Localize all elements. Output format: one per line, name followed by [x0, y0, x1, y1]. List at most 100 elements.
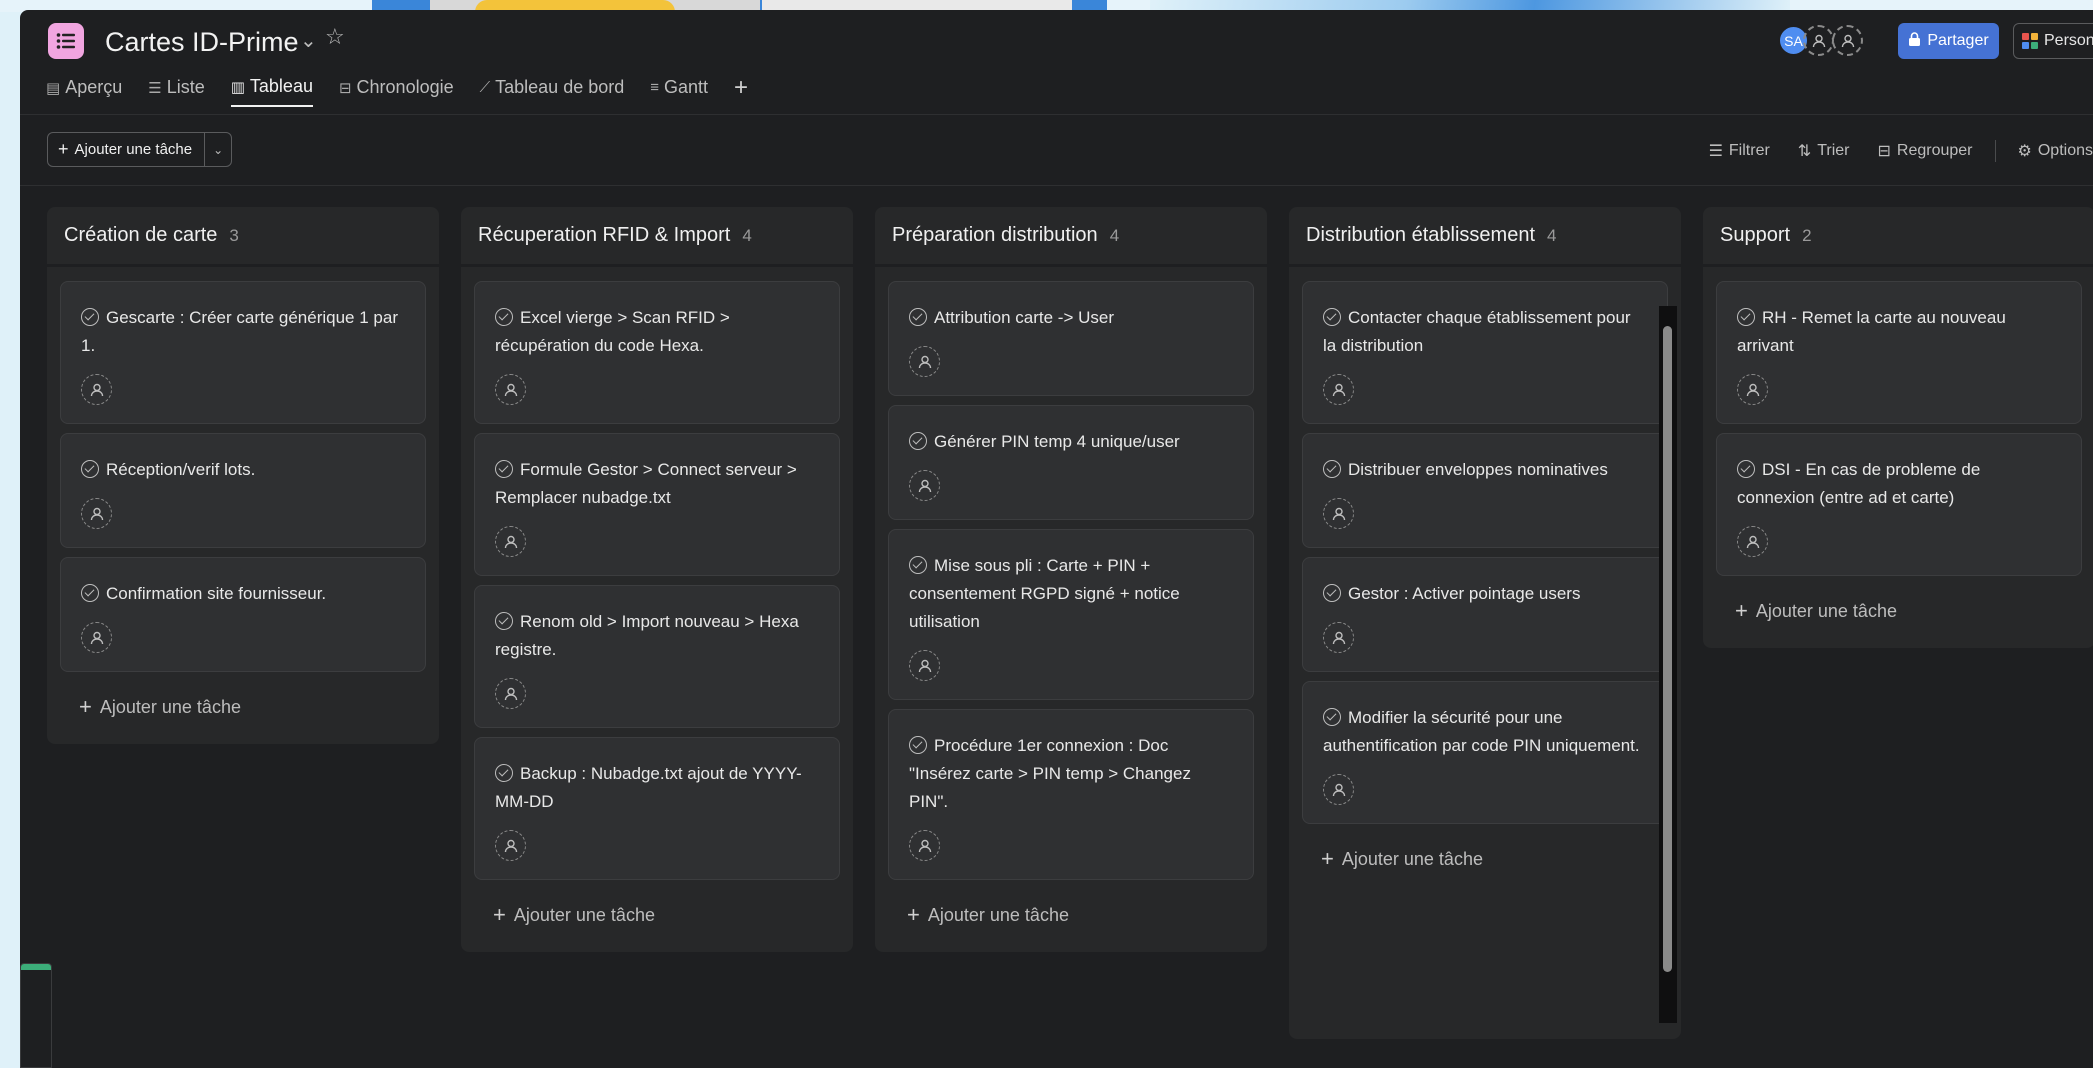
task-card[interactable]: Gestor : Activer pointage users [1302, 557, 1668, 672]
check-circle-icon[interactable] [1323, 308, 1341, 326]
task-card[interactable]: Renom old > Import nouveau > Hexa regist… [474, 585, 840, 728]
check-circle-icon[interactable] [909, 432, 927, 450]
assignee-placeholder-icon[interactable] [81, 498, 112, 529]
task-card[interactable]: Formule Gestor > Connect serveur > Rempl… [474, 433, 840, 576]
add-task-link[interactable]: + Ajouter une tâche [461, 880, 853, 952]
add-tab-button[interactable]: + [734, 75, 748, 107]
tab-board[interactable]: ▥ Tableau [230, 76, 313, 107]
tab-dashboard[interactable]: ⟋ Tableau de bord [480, 76, 625, 107]
assignee-placeholder-icon[interactable] [909, 650, 940, 681]
share-button[interactable]: Partager [1898, 23, 1999, 59]
column-header[interactable]: Récuperation RFID & Import 4 [461, 207, 853, 267]
assignee-placeholder-icon[interactable] [909, 470, 940, 501]
column-header[interactable]: Support 2 [1703, 207, 2093, 267]
add-task-link[interactable]: + Ajouter une tâche [47, 672, 439, 744]
tab-label: Liste [166, 77, 205, 97]
check-circle-icon[interactable] [81, 460, 99, 478]
chevron-down-icon[interactable]: ⌄ [205, 143, 231, 157]
assignee-placeholder-icon[interactable] [1323, 374, 1354, 405]
check-circle-icon[interactable] [495, 308, 513, 326]
plus-icon: + [493, 902, 506, 927]
check-circle-icon[interactable] [909, 736, 927, 754]
assignee-placeholder-icon[interactable] [81, 374, 112, 405]
check-circle-icon[interactable] [1323, 460, 1341, 478]
assignee-placeholder-icon[interactable] [495, 678, 526, 709]
task-title: Renom old > Import nouveau > Hexa regist… [495, 612, 799, 659]
customize-button[interactable]: Personnaliser [2013, 23, 2093, 59]
assignee-placeholder-icon[interactable] [909, 830, 940, 861]
assignee-placeholder-icon[interactable] [1323, 498, 1354, 529]
sort-label: Trier [1817, 142, 1850, 159]
task-card[interactable]: Confirmation site fournisseur. [60, 557, 426, 672]
check-circle-icon[interactable] [909, 556, 927, 574]
column-scrollbar[interactable] [1659, 306, 1677, 1023]
task-card[interactable]: Réception/verif lots. [60, 433, 426, 548]
assignee-placeholder-icon[interactable] [1323, 622, 1354, 653]
board-toolbar: + Ajouter une tâche ⌄ ☰ Filtrer ⇅ Trier … [20, 116, 2093, 186]
column-header[interactable]: Préparation distribution 4 [875, 207, 1267, 267]
task-card[interactable]: Modifier la sécurité pour une authentifi… [1302, 681, 1668, 824]
task-title-row: Contacter chaque établissement pour la d… [1323, 304, 1647, 360]
tab-list[interactable]: ☰ Liste [148, 76, 204, 107]
assignee-placeholder-icon[interactable] [495, 830, 526, 861]
task-card[interactable]: Distribuer enveloppes nominatives [1302, 433, 1668, 548]
task-card[interactable]: Contacter chaque établissement pour la d… [1302, 281, 1668, 424]
task-card[interactable]: Mise sous pli : Carte + PIN + consenteme… [888, 529, 1254, 700]
task-card[interactable]: Excel vierge > Scan RFID > récupération … [474, 281, 840, 424]
check-circle-icon[interactable] [1323, 584, 1341, 602]
check-circle-icon[interactable] [495, 460, 513, 478]
add-task-link[interactable]: + Ajouter une tâche [875, 880, 1267, 952]
card-list: Excel vierge > Scan RFID > récupération … [461, 267, 853, 880]
tab-timeline[interactable]: ⊟ Chronologie [339, 76, 454, 107]
check-circle-icon[interactable] [495, 764, 513, 782]
tab-overview[interactable]: ▤ Aperçu [46, 76, 122, 107]
star-icon[interactable]: ☆ [325, 24, 345, 50]
check-circle-icon[interactable] [495, 612, 513, 630]
check-circle-icon[interactable] [1737, 460, 1755, 478]
project-header: Cartes ID-Prime ⌄ ☆ ▤ Aperçu ☰ Liste ▥ T… [20, 10, 2093, 115]
scrollbar-thumb[interactable] [1663, 326, 1672, 972]
check-circle-icon[interactable] [1323, 708, 1341, 726]
group-button[interactable]: ⊟ Regrouper [1878, 141, 1973, 161]
column-header[interactable]: Création de carte 3 [47, 207, 439, 267]
column-title: Préparation distribution [892, 224, 1098, 246]
add-task-link[interactable]: + Ajouter une tâche [1289, 824, 1681, 896]
task-card[interactable]: Procédure 1er connexion : Doc "Insérez c… [888, 709, 1254, 880]
assignee-placeholder-icon[interactable] [1323, 774, 1354, 805]
sort-button[interactable]: ⇅ Trier [1798, 141, 1850, 161]
chevron-down-icon[interactable]: ⌄ [300, 28, 317, 53]
person-placeholder-icon[interactable] [1832, 25, 1863, 56]
add-task-button[interactable]: + Ajouter une tâche ⌄ [47, 132, 233, 167]
task-card[interactable]: DSI - En cas de probleme de connexion (e… [1716, 433, 2082, 576]
person-placeholder-icon[interactable] [1803, 25, 1834, 56]
task-title-row: Générer PIN temp 4 unique/user [909, 428, 1233, 456]
add-task-main[interactable]: + Ajouter une tâche [48, 133, 206, 166]
add-task-link[interactable]: + Ajouter une tâche [1703, 576, 2093, 648]
check-circle-icon[interactable] [909, 308, 927, 326]
task-card[interactable]: Générer PIN temp 4 unique/user [888, 405, 1254, 520]
assignee-placeholder-icon[interactable] [909, 346, 940, 377]
options-button[interactable]: ⚙ Options [2018, 141, 2093, 161]
assignee-placeholder-icon[interactable] [1737, 374, 1768, 405]
list-icon[interactable] [48, 23, 84, 59]
task-card[interactable]: Gescarte : Créer carte générique 1 par 1… [60, 281, 426, 424]
add-task-link-label: Ajouter une tâche [1755, 600, 1897, 621]
check-circle-icon[interactable] [1737, 308, 1755, 326]
assignee-placeholder-icon[interactable] [495, 526, 526, 557]
check-circle-icon[interactable] [81, 584, 99, 602]
side-panel-tab[interactable] [20, 963, 52, 1068]
check-circle-icon[interactable] [81, 308, 99, 326]
task-card[interactable]: Attribution carte -> User [888, 281, 1254, 396]
list-icon: ☰ [148, 79, 162, 97]
column-header[interactable]: Distribution établissement 4 [1289, 207, 1681, 267]
filter-button[interactable]: ☰ Filtrer [1709, 141, 1770, 161]
task-card[interactable]: RH - Remet la carte au nouveau arrivant [1716, 281, 2082, 424]
task-title-row: Excel vierge > Scan RFID > récupération … [495, 304, 819, 360]
assignee-placeholder-icon[interactable] [1737, 526, 1768, 557]
task-card[interactable]: Backup : Nubadge.txt ajout de YYYY-MM-DD [474, 737, 840, 880]
assignee-placeholder-icon[interactable] [81, 622, 112, 653]
group-label: Regrouper [1896, 142, 1973, 159]
tab-gantt[interactable]: ≡ Gantt [650, 76, 708, 107]
tab-label: Chronologie [356, 77, 454, 97]
assignee-placeholder-icon[interactable] [495, 374, 526, 405]
